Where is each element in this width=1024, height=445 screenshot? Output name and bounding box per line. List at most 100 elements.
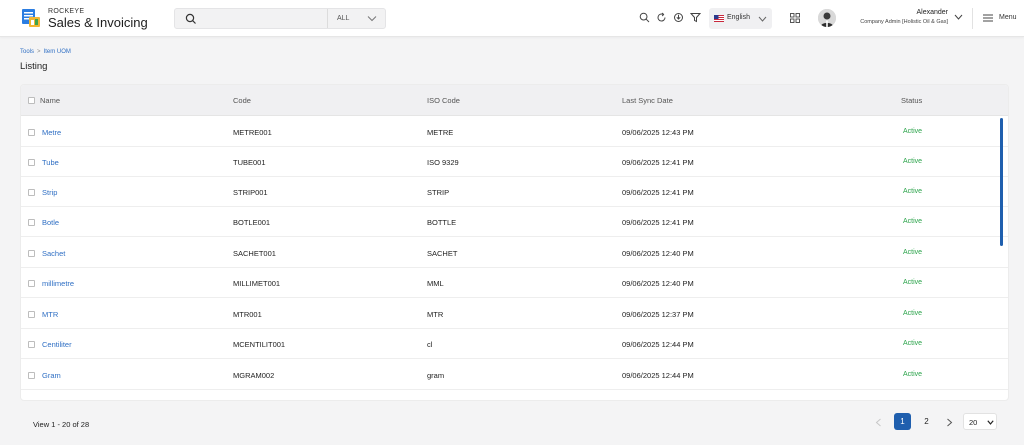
row-iso-code: MML xyxy=(427,279,444,288)
row-code: MGRAM002 xyxy=(233,371,275,380)
breadcrumb-tools-link[interactable]: Tools xyxy=(20,49,34,55)
hamburger-menu-icon[interactable] xyxy=(983,14,993,22)
header-name[interactable]: Name xyxy=(40,96,60,105)
row-checkbox[interactable] xyxy=(28,341,35,348)
sync-icon[interactable] xyxy=(673,12,684,23)
row-name-link[interactable]: Metre xyxy=(42,128,61,137)
page-button-2[interactable]: 2 xyxy=(918,413,935,430)
table-row[interactable]: MTR MTR001 MTR 09/06/2025 12:37 PM Activ… xyxy=(21,299,1008,329)
page-button-1[interactable]: 1 xyxy=(894,413,911,430)
uom-table: Name Code ISO Code Last Sync Date Status… xyxy=(20,84,1009,401)
row-iso-code: gram xyxy=(427,371,445,380)
search-filter-select[interactable]: ALL xyxy=(337,15,349,22)
row-iso-code: METRE xyxy=(427,128,454,137)
row-checkbox[interactable] xyxy=(28,219,35,226)
table-header: Name Code ISO Code Last Sync Date Status xyxy=(21,85,1008,116)
chevron-down-icon xyxy=(987,420,994,425)
row-code: STRIP001 xyxy=(233,188,268,197)
header-iso-code[interactable]: ISO Code xyxy=(427,96,460,105)
table-row[interactable]: millimetre MILLIMET001 MML 09/06/2025 12… xyxy=(21,268,1008,298)
search-divider xyxy=(327,9,328,28)
menu-button[interactable]: Menu xyxy=(999,14,1017,21)
row-sync-date: 09/06/2025 12:41 PM xyxy=(622,218,694,227)
row-code: SACHET001 xyxy=(233,249,276,258)
top-header: ROCKEYE Sales & Invoicing ALL English Al… xyxy=(0,0,1024,37)
row-checkbox[interactable] xyxy=(28,129,35,136)
table-row[interactable]: Sachet SACHET001 SACHET 09/06/2025 12:40… xyxy=(21,238,1008,268)
page-size-select[interactable]: 20 xyxy=(963,413,997,430)
row-code: MTR001 xyxy=(233,310,262,319)
table-row[interactable]: Metre METRE001 METRE 09/06/2025 12:43 PM… xyxy=(21,117,1008,147)
row-iso-code: SACHET xyxy=(427,249,458,258)
row-code: BOTLE001 xyxy=(233,218,271,227)
refresh-icon[interactable] xyxy=(656,12,667,23)
row-iso-code: ISO 9329 xyxy=(427,158,459,167)
row-checkbox[interactable] xyxy=(28,311,35,318)
row-name-link[interactable]: Tube xyxy=(42,158,59,167)
row-checkbox[interactable] xyxy=(28,189,35,196)
brand-small-text: ROCKEYE xyxy=(48,8,85,15)
pagination-summary: View 1 - 20 of 28 xyxy=(33,420,90,429)
row-sync-date: 09/06/2025 12:41 PM xyxy=(622,188,694,197)
row-name-link[interactable]: Centiliter xyxy=(42,340,72,349)
row-name-link[interactable]: millimetre xyxy=(42,279,74,288)
row-sync-date: 09/06/2025 12:43 PM xyxy=(622,128,694,137)
user-name[interactable]: Alexander xyxy=(840,9,948,16)
row-sync-date: 09/06/2025 12:44 PM xyxy=(622,340,694,349)
search-icon[interactable] xyxy=(185,13,197,25)
avatar-icon xyxy=(818,9,836,27)
status-badge: Active xyxy=(903,371,923,378)
status-badge: Active xyxy=(903,279,923,286)
filter-icon[interactable] xyxy=(690,12,701,23)
row-checkbox[interactable] xyxy=(28,372,35,379)
chevron-right-icon[interactable] xyxy=(946,418,953,427)
row-name-link[interactable]: MTR xyxy=(42,310,58,319)
table-row[interactable]: Centiliter MCENTILIT001 cl 09/06/2025 12… xyxy=(21,329,1008,359)
language-label: English xyxy=(727,14,750,21)
status-badge: Active xyxy=(903,249,923,256)
search-icon[interactable] xyxy=(639,12,650,23)
header-code[interactable]: Code xyxy=(233,96,251,105)
row-code: TUBE001 xyxy=(233,158,266,167)
header-last-sync-date[interactable]: Last Sync Date xyxy=(622,96,673,105)
table-row[interactable]: Strip STRIP001 STRIP 09/06/2025 12:41 PM… xyxy=(21,177,1008,207)
page-title: Listing xyxy=(20,61,48,72)
row-name-link[interactable]: Sachet xyxy=(42,249,65,258)
chevron-left-icon[interactable] xyxy=(875,418,882,427)
row-iso-code: BOTTLE xyxy=(427,218,457,227)
header-divider xyxy=(972,8,973,29)
chevron-down-icon[interactable] xyxy=(367,15,377,22)
table-row[interactable]: Gram MGRAM002 gram 09/06/2025 12:44 PM A… xyxy=(21,360,1008,390)
row-name-link[interactable]: Strip xyxy=(42,188,57,197)
language-select[interactable]: English xyxy=(709,8,772,29)
user-avatar[interactable] xyxy=(818,9,836,27)
rockeye-logo-icon[interactable] xyxy=(21,8,41,28)
global-search[interactable]: ALL xyxy=(174,8,386,29)
row-sync-date: 09/06/2025 12:40 PM xyxy=(622,279,694,288)
status-badge: Active xyxy=(903,310,923,317)
status-badge: Active xyxy=(903,218,923,225)
chevron-down-icon[interactable] xyxy=(954,14,963,20)
select-all-checkbox[interactable] xyxy=(28,97,35,104)
row-code: METRE001 xyxy=(233,128,272,137)
row-iso-code: MTR xyxy=(427,310,444,319)
row-checkbox[interactable] xyxy=(28,280,35,287)
status-badge: Active xyxy=(903,188,923,195)
row-name-link[interactable]: Gram xyxy=(42,371,61,380)
status-badge: Active xyxy=(903,340,923,347)
row-checkbox[interactable] xyxy=(28,250,35,257)
breadcrumb-current[interactable]: Item UOM xyxy=(44,49,71,55)
header-status[interactable]: Status xyxy=(901,96,922,105)
row-iso-code: STRIP xyxy=(427,188,450,197)
row-name-link[interactable]: Botle xyxy=(42,218,59,227)
breadcrumb-separator: > xyxy=(37,49,41,55)
row-sync-date: 09/06/2025 12:41 PM xyxy=(622,158,694,167)
row-sync-date: 09/06/2025 12:44 PM xyxy=(622,371,694,380)
table-row[interactable]: Botle BOTLE001 BOTTLE 09/06/2025 12:41 P… xyxy=(21,207,1008,237)
table-scrollbar[interactable] xyxy=(1000,118,1003,246)
table-row[interactable]: Tube TUBE001 ISO 9329 09/06/2025 12:41 P… xyxy=(21,147,1008,177)
apps-grid-icon[interactable] xyxy=(790,13,800,23)
row-checkbox[interactable] xyxy=(28,159,35,166)
page-size-value: 20 xyxy=(969,418,978,427)
row-code: MILLIMET001 xyxy=(233,279,281,288)
